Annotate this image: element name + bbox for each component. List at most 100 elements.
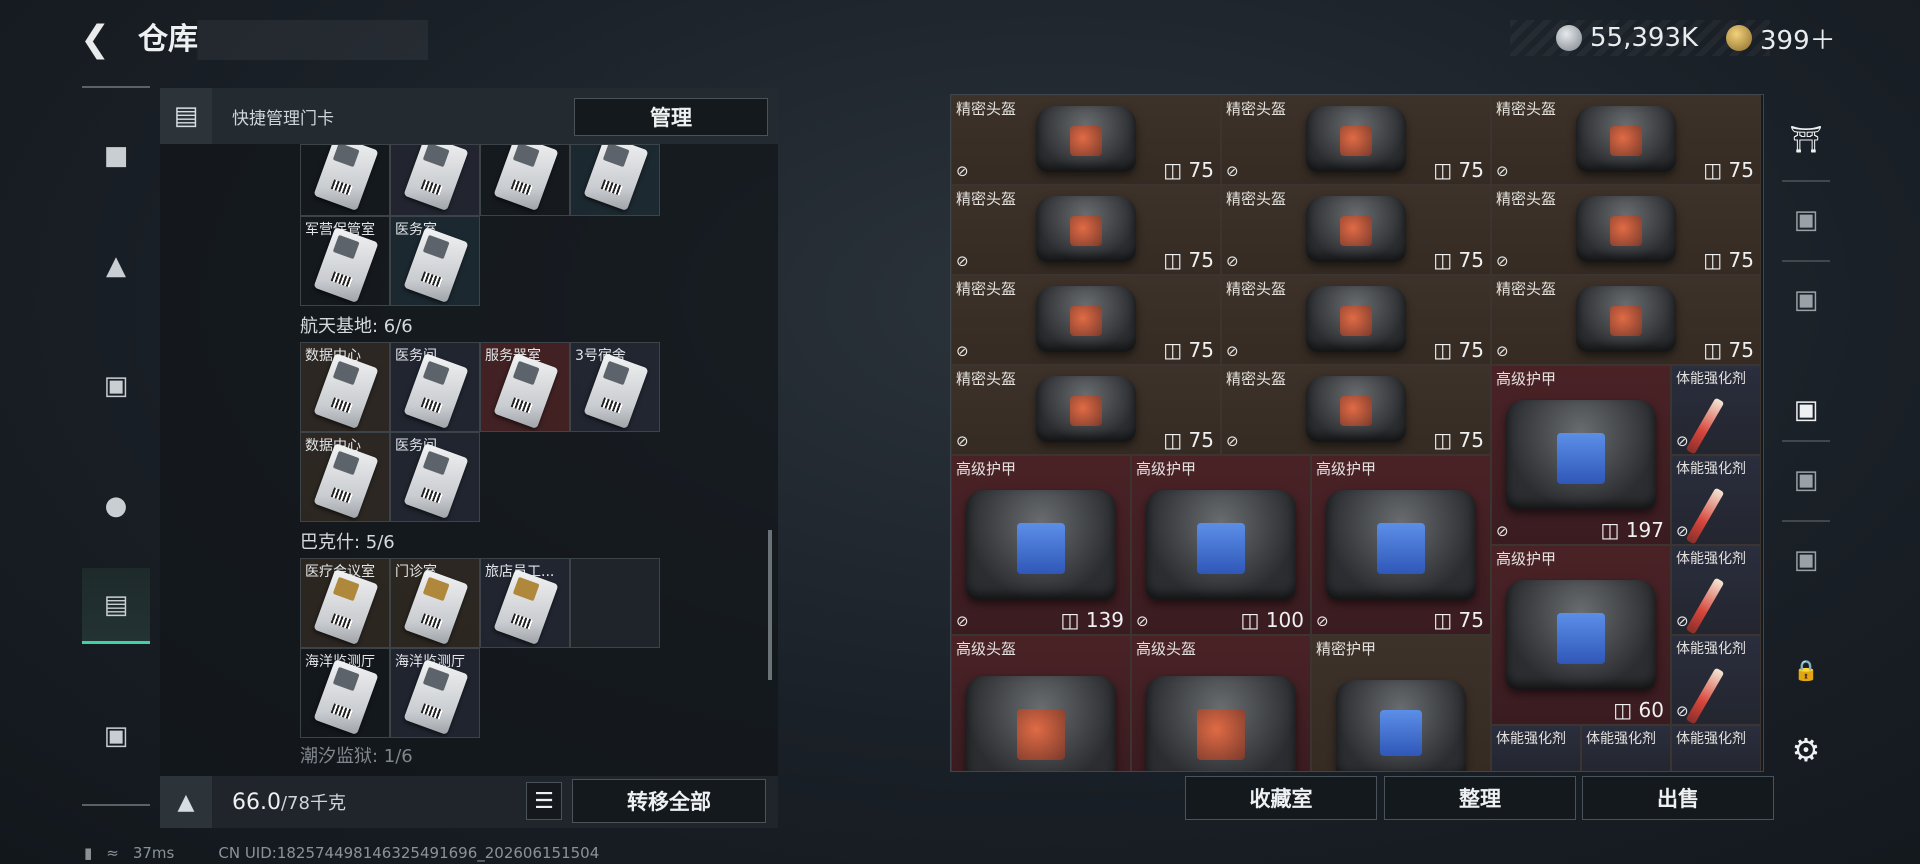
keycard-grid-top-row2: 军营保管室 医务室 (300, 216, 660, 306)
item-precise-helmet[interactable]: 精密头盔 ⊘ ◫ 75 (1491, 185, 1761, 275)
no-insure-icon: ⊘ (1496, 342, 1509, 360)
no-insure-icon: ⊘ (1226, 162, 1239, 180)
keycard-slot[interactable]: 数据中心 (300, 342, 390, 432)
keycard-slot[interactable]: 军营保管室 (300, 216, 390, 306)
item-precise-helmet[interactable]: 精密头盔 ⊘ ◫ 75 (951, 185, 1221, 275)
item-stim[interactable]: 体能强化剂 (1491, 725, 1581, 771)
sort-button[interactable]: 整理 (1384, 776, 1576, 820)
back-button[interactable]: ❮ (80, 20, 120, 60)
backpack-tab-icon[interactable]: ▣ (82, 348, 150, 424)
stash-page-4-icon[interactable]: ▣ (1778, 530, 1834, 590)
group-label-bakesh: 巴克什: 5/6 (300, 532, 395, 553)
item-precise-helmet[interactable]: 精密头盔 ⊘ ◫ 75 (1221, 275, 1491, 365)
list-view-button[interactable]: ☰ (526, 782, 562, 820)
keycard-slot[interactable]: 医务间 (390, 342, 480, 432)
gold-currency[interactable]: 399＋ (1720, 20, 1850, 56)
stash-grid: 精密头盔 ⊘ ◫ 75 精密头盔 ⊘ ◫ 75 精密头盔 ⊘ ◫ 75 精密头盔… (950, 94, 1764, 772)
keycard-slot[interactable]: 服务器室 (480, 342, 570, 432)
silver-coin-icon (1556, 25, 1582, 51)
item-advanced-armor[interactable]: 高级护甲 ⊘ ◫ 197 (1491, 365, 1671, 545)
keycard-slot-empty (570, 558, 660, 648)
item-stim[interactable]: 体能强化剂 ⊘ (1671, 455, 1761, 545)
battery-icon: ▮ (84, 844, 93, 862)
no-insure-icon: ⊘ (1136, 612, 1149, 630)
no-insure-icon: ⊘ (1496, 162, 1509, 180)
keycard-slot[interactable]: 3号宿舍 (570, 342, 660, 432)
item-stim[interactable]: 体能强化剂 (1671, 725, 1761, 771)
keycard-slot[interactable]: 海洋监测厅 (300, 648, 390, 738)
no-insure-icon: ⊘ (956, 162, 969, 180)
wifi-icon: ≈ (106, 844, 119, 862)
quick-manage-label: 快捷管理门卡 (232, 108, 334, 129)
keycard-slot[interactable]: 门诊室 (390, 558, 480, 648)
keycard-slot[interactable]: 医疗会议室 (300, 558, 390, 648)
weight-bar: ▲ 66.0/78千克 ☰ 转移全部 (160, 776, 778, 828)
item-stim[interactable]: 体能强化剂 ⊘ (1671, 545, 1761, 635)
stash-page-rail: ⛩ ▣ ▣ ▣ ▣ ▣ 🔒 ⚙ (1778, 110, 1834, 790)
weight-readout: 66.0/78千克 (232, 790, 346, 815)
item-advanced-armor[interactable]: 高级护甲 ⊘ ◫ 100 (1131, 455, 1311, 635)
keycard-slot[interactable] (300, 144, 390, 216)
add-stash-page-icon[interactable]: ▣ (1778, 380, 1834, 440)
item-stim[interactable]: 体能强化剂 ⊘ (1671, 635, 1761, 725)
item-advanced-armor[interactable]: 高级护甲 ⊘ ◫ 75 (1311, 455, 1491, 635)
item-precise-helmet[interactable]: 精密头盔 ⊘ ◫ 75 (951, 365, 1221, 455)
gold-amount: 399＋ (1760, 25, 1836, 56)
keycard-grid-tide: 医疗会议室 门诊室 旅店员工... 海洋监测厅 海洋监测厅 (300, 558, 660, 738)
gold-coin-icon (1726, 25, 1752, 51)
no-insure-icon: ⊘ (1226, 342, 1239, 360)
stash-page-3-icon[interactable]: ▣ (1778, 450, 1834, 510)
item-precise-armor[interactable]: 精密护甲 (1311, 635, 1491, 771)
item-advanced-armor[interactable]: 高级护甲 ⊘ ◫ 139 (951, 455, 1131, 635)
no-insure-icon: ⊘ (956, 432, 969, 450)
keycard-slot[interactable]: 海洋监测厅 (390, 648, 480, 738)
weight-icon: ▲ (160, 776, 212, 828)
no-insure-icon: ⊘ (1496, 252, 1509, 270)
item-advanced-armor[interactable]: 高级护甲 ◫ 60 (1491, 545, 1671, 725)
stash-page-5-icon[interactable]: ▣ (1778, 190, 1834, 250)
item-stim[interactable]: 体能强化剂 (1581, 725, 1671, 771)
stash-page-2-icon[interactable]: ▣ (1778, 270, 1834, 330)
no-insure-icon: ⊘ (1226, 432, 1239, 450)
no-insure-icon: ⊘ (1226, 252, 1239, 270)
no-insure-icon: ⊘ (1496, 522, 1509, 540)
item-advanced-helmet[interactable]: 高级头盔 (951, 635, 1131, 771)
vest-tab-icon[interactable]: ▲ (82, 228, 150, 304)
item-precise-helmet[interactable]: 精密头盔 ⊘ ◫ 75 (951, 275, 1221, 365)
keycard-slot[interactable] (570, 144, 660, 216)
keycard-slot[interactable]: 医务室 (390, 216, 480, 306)
keycard-slot[interactable]: 医务间 (390, 432, 480, 522)
weapon-tab-icon[interactable]: ■ (82, 118, 150, 194)
page-title: 仓库 (138, 20, 428, 60)
item-advanced-helmet[interactable]: 高级头盔 (1131, 635, 1311, 771)
item-stim[interactable]: 体能强化剂 ⊘ (1671, 365, 1761, 455)
keycard-slot[interactable]: 数据中心 (300, 432, 390, 522)
keycard-slot[interactable]: 旅店员工... (480, 558, 570, 648)
collection-room-button[interactable]: 收藏室 (1185, 776, 1377, 820)
keycard-icon: ▤ (160, 88, 212, 144)
keycard-tab-icon[interactable]: ▤ (82, 568, 150, 644)
lock-icon[interactable]: 🔒 (1778, 640, 1834, 700)
stash-page-main-icon[interactable]: ⛩ (1778, 110, 1834, 170)
item-precise-helmet[interactable]: 精密头盔 ⊘ ◫ 75 (1491, 95, 1761, 185)
no-insure-icon: ⊘ (956, 252, 969, 270)
toolbox-tab-icon[interactable]: ▣ (82, 698, 150, 774)
manage-button[interactable]: 管理 (574, 98, 768, 136)
no-insure-icon: ⊘ (956, 342, 969, 360)
keycard-scrollbar[interactable] (768, 530, 772, 680)
group-label-aerospace: 航天基地: 6/6 (300, 316, 413, 337)
keycard-slot[interactable] (480, 144, 570, 216)
item-precise-helmet[interactable]: 精密头盔 ⊘ ◫ 75 (1221, 95, 1491, 185)
settings-gear-icon[interactable]: ⚙ (1778, 720, 1834, 780)
item-precise-helmet[interactable]: 精密头盔 ⊘ ◫ 75 (1491, 275, 1761, 365)
uid: CN UID:1825744981463254916​96_2026061515… (218, 844, 600, 862)
transfer-all-button[interactable]: 转移全部 (572, 779, 766, 823)
group-label-tide-prison: 潮汐监狱: 1/6 (300, 746, 413, 767)
keycard-slot[interactable] (390, 144, 480, 216)
item-precise-helmet[interactable]: 精密头盔 ⊘ ◫ 75 (951, 95, 1221, 185)
item-precise-helmet[interactable]: 精密头盔 ⊘ ◫ 75 (1221, 185, 1491, 275)
item-precise-helmet[interactable]: 精密头盔 ⊘ ◫ 75 (1221, 365, 1491, 455)
sell-button[interactable]: 出售 (1582, 776, 1774, 820)
bag-tab-icon[interactable]: ● (82, 468, 150, 544)
status-bar: ▮ ≈ 37ms CN UID:1825744981463254916​96_2… (84, 844, 599, 862)
